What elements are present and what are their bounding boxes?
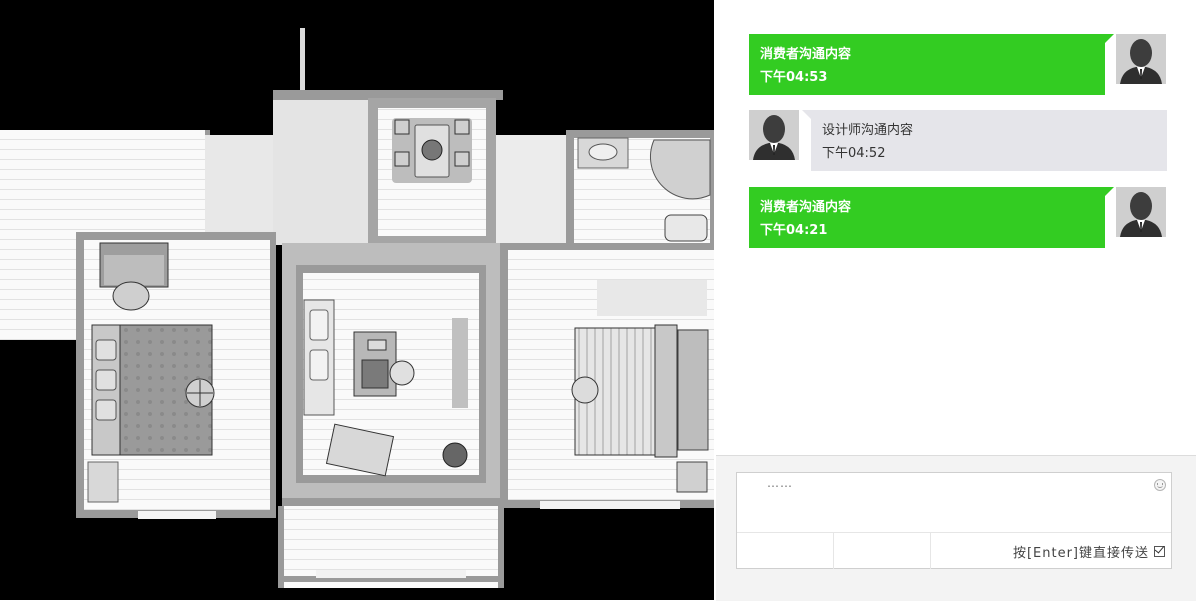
composer-toolbar: 按[Enter]键直接传送 — [737, 532, 1171, 569]
message-bubble: 消费者沟通内容 下午04:21 — [749, 187, 1105, 248]
message-text: 设计师沟通内容 — [822, 123, 914, 138]
send-on-enter-option[interactable]: 按[Enter]键直接传送 — [1013, 542, 1165, 561]
message-input[interactable]: …… 按[Enter]键直接传送 — [736, 472, 1172, 569]
message-bubble: 设计师沟通内容 下午04:52 — [811, 110, 1167, 171]
message-text: 消费者沟通内容 — [760, 47, 852, 62]
floor-plan-image — [0, 0, 714, 600]
designer-avatar — [749, 110, 799, 160]
bubble-tail — [1105, 34, 1114, 43]
message-time: 下午04:53 — [760, 70, 828, 85]
message-time: 下午04:52 — [822, 146, 886, 161]
chat-panel: 消费者沟通内容 下午04:53 设计师沟通内容 下午04:52 消费者沟通内容 … — [714, 0, 1200, 601]
message-time: 下午04:21 — [760, 223, 828, 238]
message-text: 消费者沟通内容 — [760, 200, 852, 215]
message-bubble: 消费者沟通内容 下午04:53 — [749, 34, 1105, 95]
toolbar-divider — [930, 533, 931, 569]
bubble-tail — [802, 110, 811, 119]
user-silhouette-icon — [753, 115, 795, 160]
user-silhouette-icon — [1120, 192, 1162, 237]
toolbar-divider — [833, 533, 834, 569]
send-on-enter-checkbox[interactable] — [1154, 546, 1165, 557]
bubble-tail — [1105, 187, 1114, 196]
input-placeholder: …… — [767, 476, 793, 490]
emoji-icon[interactable] — [1154, 479, 1166, 491]
consumer-avatar — [1116, 34, 1166, 84]
consumer-avatar — [1116, 187, 1166, 237]
user-silhouette-icon — [1120, 39, 1162, 84]
send-on-enter-label: 按[Enter]键直接传送 — [1012, 546, 1149, 561]
message-composer: …… 按[Enter]键直接传送 — [716, 455, 1196, 601]
